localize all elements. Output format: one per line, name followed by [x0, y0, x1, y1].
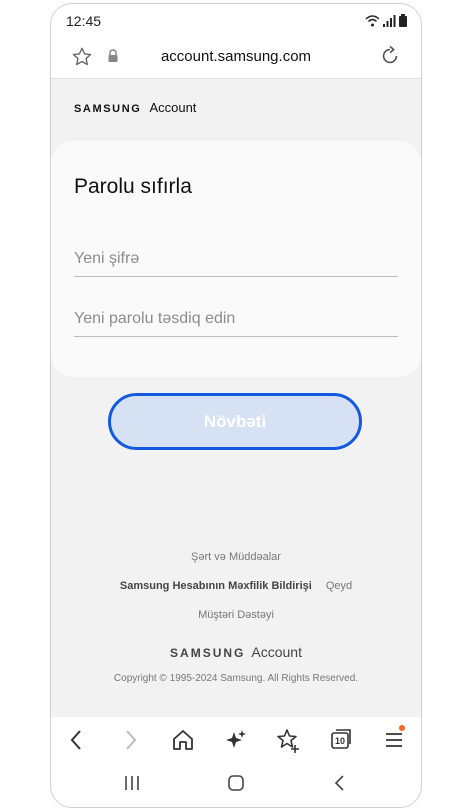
- page-title: Parolu sıfırla: [74, 175, 192, 198]
- recent-apps-icon[interactable]: [122, 773, 142, 793]
- sparkle-ai-icon[interactable]: [223, 727, 249, 753]
- bookmarks-icon[interactable]: [275, 727, 301, 753]
- status-time: 12:45: [66, 13, 102, 29]
- confirm-password-field[interactable]: Yeni parolu təsdiq edin: [74, 306, 398, 337]
- brand-account: Account: [149, 100, 197, 115]
- new-password-field[interactable]: Yeni şifrə: [74, 246, 398, 277]
- home-button-icon[interactable]: [226, 773, 246, 793]
- menu-icon[interactable]: [381, 727, 407, 753]
- url-text[interactable]: account.samsung.com: [51, 48, 421, 65]
- phone-screen: 12:45 account.samsung.com SAMSUNG Accoun…: [50, 3, 422, 808]
- customer-support-link[interactable]: Müştəri Dəstəyi: [51, 609, 421, 621]
- status-bar: 12:45: [51, 4, 421, 36]
- browser-url-bar: account.samsung.com: [51, 36, 421, 79]
- tabs-button[interactable]: 10: [328, 727, 354, 753]
- confirm-password-placeholder: Yeni parolu təsdiq edin: [74, 310, 236, 327]
- footer-brand-samsung: SAMSUNG: [170, 646, 246, 660]
- system-navigation-bar: [51, 761, 421, 807]
- privacy-notice-link[interactable]: Samsung Hesabının Məxfilik Bildirişi: [120, 580, 312, 592]
- samsung-account-logo: SAMSUNG Account: [74, 100, 196, 115]
- footer-samsung-account-logo: SAMSUNG Account: [51, 644, 421, 662]
- reload-icon[interactable]: [379, 45, 401, 67]
- footer-brand-account: Account: [251, 644, 302, 660]
- system-back-icon[interactable]: [330, 773, 350, 793]
- wifi-icon: [365, 15, 380, 27]
- new-password-placeholder: Yeni şifrə: [74, 250, 140, 267]
- signal-icon: [383, 15, 396, 27]
- copyright-text: Copyright © 1995-2024 Samsung. All Right…: [113, 673, 359, 684]
- notification-dot: [399, 725, 405, 731]
- footer-links-row: Samsung Hesabının Məxfilik Bildirişi Qeyd: [51, 580, 421, 592]
- brand-samsung: SAMSUNG: [74, 103, 142, 115]
- browser-toolbar: 10: [51, 717, 421, 761]
- back-icon[interactable]: [64, 727, 90, 753]
- reset-password-card: Parolu sıfırla Yeni şifrə Yeni parolu tə…: [51, 141, 421, 377]
- status-icons: [365, 13, 407, 27]
- home-icon[interactable]: [170, 727, 196, 753]
- next-button[interactable]: Növbəti: [108, 393, 362, 450]
- note-link[interactable]: Qeyd: [326, 580, 352, 592]
- tabs-count: 10: [334, 736, 345, 746]
- next-button-label: Növbəti: [203, 412, 267, 431]
- terms-link[interactable]: Şərt və Müddəalar: [51, 551, 421, 563]
- battery-icon: [399, 14, 407, 27]
- forward-icon[interactable]: [117, 727, 143, 753]
